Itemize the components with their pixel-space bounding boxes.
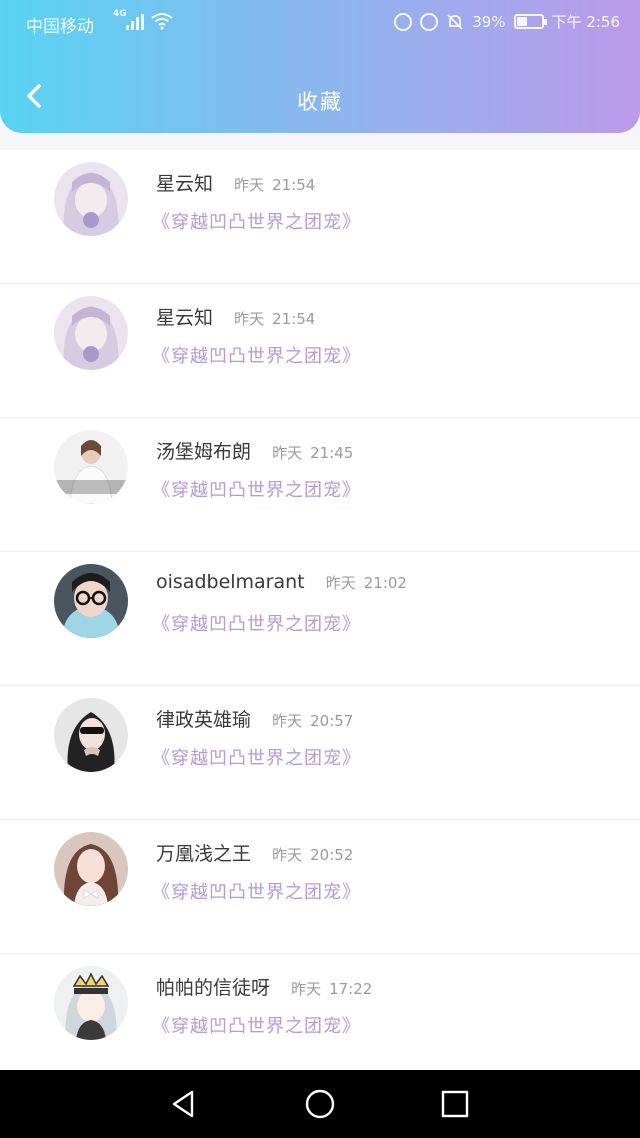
recents-square-icon[interactable]	[438, 1087, 472, 1121]
book-title-link[interactable]: 《穿越凹凸世界之团宠》	[152, 342, 361, 368]
carrier-label: 中国移动	[26, 17, 94, 37]
timestamp: 昨天 20:57	[272, 712, 354, 730]
data-saver-icon	[394, 12, 413, 31]
battery-percent: 39%	[472, 12, 506, 31]
list-item[interactable]: 律政英雄瑜 昨天 20:57 《穿越凹凸世界之团宠》	[0, 686, 640, 820]
user-name[interactable]: 星云知	[156, 173, 213, 195]
list-item[interactable]: 星云知 昨天 21:54 《穿越凹凸世界之团宠》	[0, 284, 640, 418]
page-title: 收藏	[297, 90, 343, 114]
book-title-link[interactable]: 《穿越凹凸世界之团宠》	[152, 878, 361, 904]
favorites-list: 星云知 昨天 21:54 《穿越凹凸世界之团宠》 星云知 昨天 21:54 《穿越凹…	[0, 150, 640, 1088]
user-name[interactable]: 帕帕的信徒呀	[156, 977, 270, 999]
avatar[interactable]	[54, 832, 128, 906]
list-item[interactable]: 星云知 昨天 21:54 《穿越凹凸世界之团宠》	[0, 150, 640, 284]
user-name[interactable]: oisadbelmarant	[156, 571, 305, 593]
wifi-icon	[151, 13, 173, 30]
book-title-link[interactable]: 《穿越凹凸世界之团宠》	[152, 1012, 361, 1038]
list-item[interactable]: 汤堡姆布朗 昨天 21:45 《穿越凹凸世界之团宠》	[0, 418, 640, 552]
back-triangle-icon[interactable]	[166, 1087, 200, 1121]
clock: 下午 2:56	[551, 13, 620, 31]
avatar[interactable]	[54, 162, 128, 236]
timestamp: 昨天 17:22	[291, 980, 373, 998]
signal-icon	[126, 14, 146, 30]
avatar[interactable]	[54, 296, 128, 370]
user-name[interactable]: 律政英雄瑜	[156, 709, 251, 731]
user-name[interactable]: 星云知	[156, 307, 213, 329]
timestamp: 昨天 20:52	[272, 846, 354, 864]
header: 中国移动 4G 39% 下午 2:56 收藏	[0, 0, 640, 133]
avatar[interactable]	[54, 564, 128, 638]
list-item[interactable]: oisadbelmarant 昨天 21:02 《穿越凹凸世界之团宠》	[0, 552, 640, 686]
list-item[interactable]: 万凰浅之王 昨天 20:52 《穿越凹凸世界之团宠》	[0, 820, 640, 954]
timestamp: 昨天 21:54	[234, 310, 316, 328]
avatar[interactable]	[54, 430, 128, 504]
book-title-link[interactable]: 《穿越凹凸世界之团宠》	[152, 744, 361, 770]
book-title-link[interactable]: 《穿越凹凸世界之团宠》	[152, 476, 361, 502]
battery-icon	[513, 14, 547, 29]
user-name[interactable]: 万凰浅之王	[156, 843, 251, 865]
timestamp: 昨天 21:54	[234, 176, 316, 194]
mute-icon	[447, 13, 463, 30]
avatar[interactable]	[54, 966, 128, 1040]
avatar[interactable]	[54, 698, 128, 772]
network-type: 4G	[113, 9, 127, 19]
user-name[interactable]: 汤堡姆布朗	[156, 441, 251, 463]
list-item[interactable]: 帕帕的信徒呀 昨天 17:22 《穿越凹凸世界之团宠》	[0, 954, 640, 1088]
book-title-link[interactable]: 《穿越凹凸世界之团宠》	[152, 208, 361, 234]
book-title-link[interactable]: 《穿越凹凸世界之团宠》	[152, 610, 361, 636]
timestamp: 昨天 21:02	[325, 574, 407, 592]
status-bar: 中国移动 4G 39% 下午 2:56	[0, 0, 640, 44]
alarm-icon	[420, 12, 439, 31]
system-nav-bar	[0, 1070, 640, 1138]
timestamp: 昨天 21:45	[272, 444, 354, 462]
home-circle-icon[interactable]	[303, 1087, 337, 1121]
